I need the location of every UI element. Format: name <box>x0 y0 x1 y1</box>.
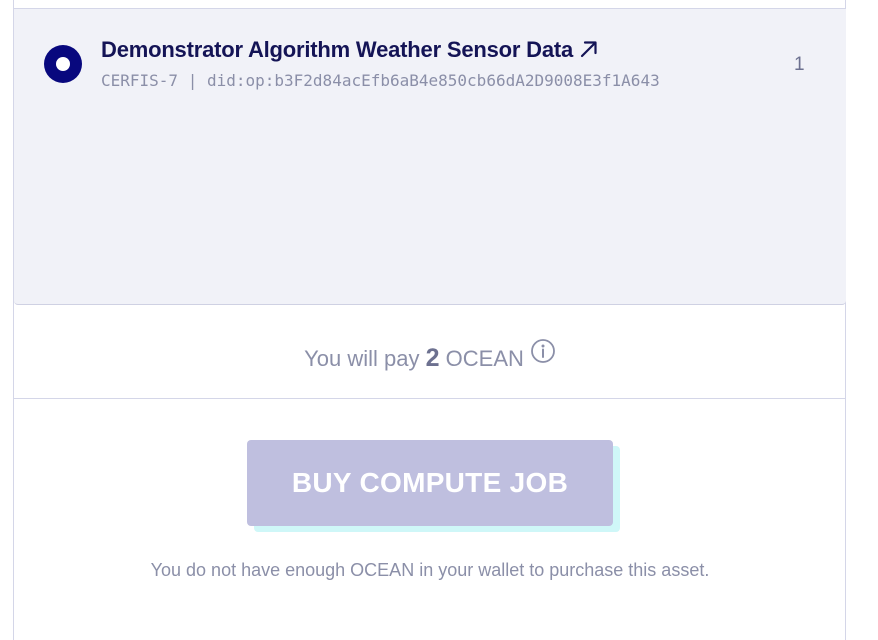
payment-prefix: You will pay <box>304 346 420 371</box>
asset-list-item[interactable]: Demonstrator Algorithm Weather Sensor Da… <box>44 37 814 97</box>
insufficient-funds-warning: You do not have enough OCEAN in your wal… <box>150 560 710 580</box>
asset-count: 1 <box>794 54 805 75</box>
asset-title: Demonstrator Algorithm Weather Sensor Da… <box>101 37 574 62</box>
asset-meta: CERFIS-7 | did:op:b3F2d84acEfb6aB4e850cb… <box>101 71 660 90</box>
compute-panel: Demonstrator Algorithm Weather Sensor Da… <box>13 0 846 640</box>
asset-radio-selected[interactable] <box>44 45 82 83</box>
info-icon[interactable] <box>530 305 556 409</box>
payment-amount: 2 <box>425 344 440 372</box>
asset-title-link[interactable]: Demonstrator Algorithm Weather Sensor Da… <box>101 37 599 65</box>
payment-summary: You will pay 2 OCEAN <box>14 306 846 399</box>
external-link-icon <box>579 39 599 65</box>
asset-selection-list: Demonstrator Algorithm Weather Sensor Da… <box>14 8 846 305</box>
radio-dot <box>56 57 70 71</box>
payment-currency: OCEAN <box>445 346 524 371</box>
buy-compute-job-button[interactable]: BUY COMPUTE JOB <box>247 440 613 526</box>
